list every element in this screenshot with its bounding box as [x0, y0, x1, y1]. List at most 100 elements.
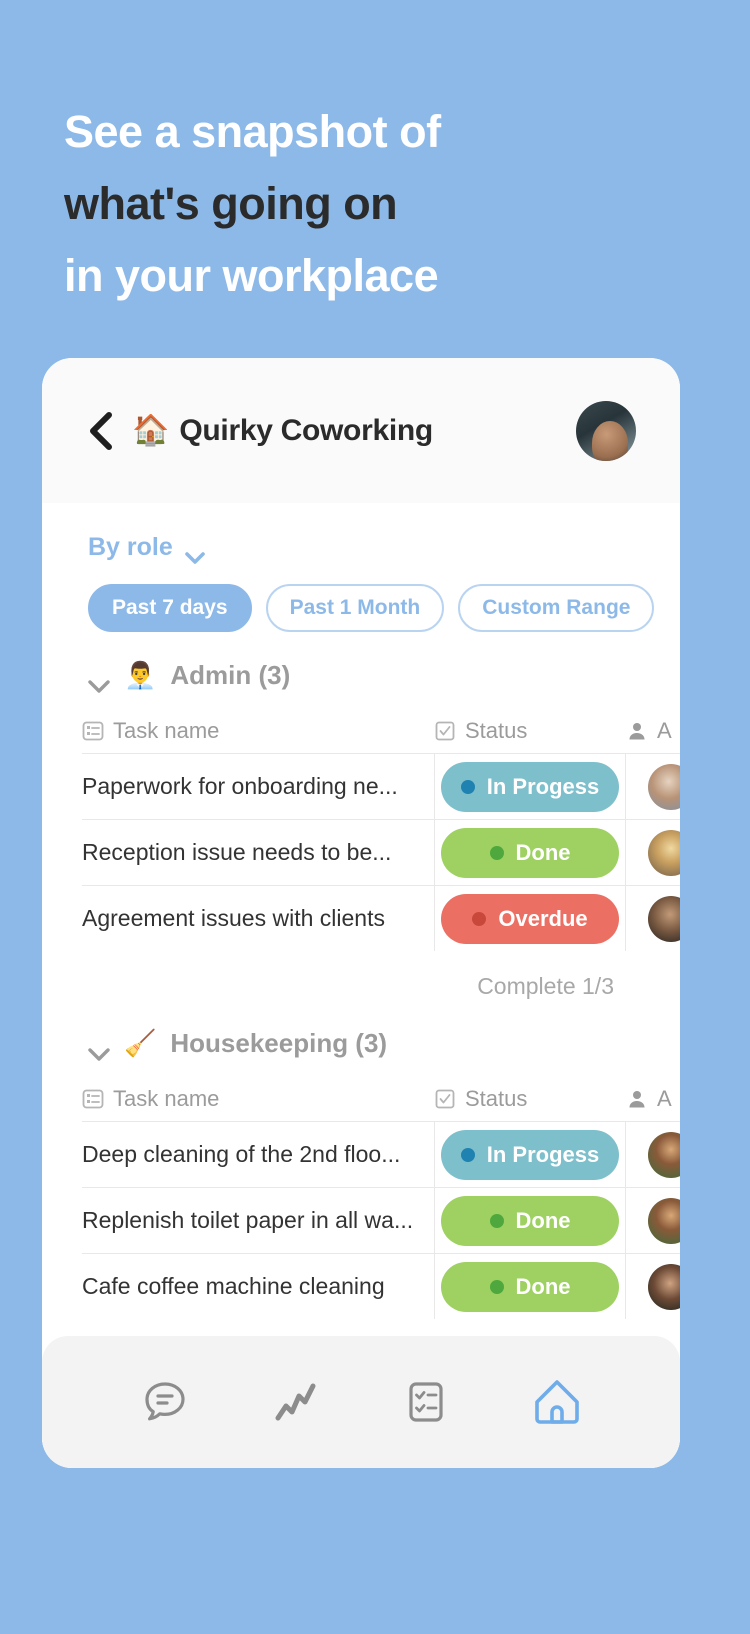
checkbox-checked-icon	[435, 1089, 455, 1109]
cell-assignee	[626, 754, 680, 819]
chevron-down-icon	[88, 1037, 110, 1061]
table-row[interactable]: Agreement issues with clients Overdue	[82, 885, 680, 951]
task-table-admin: Task name Status A Paperwork for onboard…	[42, 709, 680, 951]
chat-bubble-icon	[145, 1382, 185, 1421]
status-badge: Done	[441, 1195, 619, 1246]
status-label: Done	[515, 1207, 571, 1233]
nav-chat-button[interactable]	[134, 1371, 196, 1433]
status-badge: In Progess	[441, 1129, 619, 1180]
range-pill-past-1-month[interactable]: Past 1 Month	[265, 584, 445, 632]
column-header-assignee-label: A	[657, 718, 672, 743]
table-row[interactable]: Paperwork for onboarding ne... In Proges…	[82, 753, 680, 819]
avatar[interactable]	[648, 1197, 680, 1244]
status-label: In Progess	[486, 1141, 600, 1167]
cell-task-name: Paperwork for onboarding ne...	[82, 773, 398, 799]
headline-line-2: what's going on	[64, 178, 398, 229]
nav-tasks-button[interactable]	[395, 1371, 457, 1433]
checklist-icon	[409, 1382, 443, 1422]
page-headline: See a snapshot of what's going on in you…	[64, 96, 684, 312]
app-header: 🏠 Quirky Coworking	[42, 358, 680, 503]
group-emoji-icon: 🧹	[124, 1028, 157, 1058]
cell-assignee	[626, 820, 680, 885]
list-form-icon	[82, 1089, 104, 1109]
group-name-label: Housekeeping (3)	[170, 1028, 388, 1058]
person-icon	[629, 723, 645, 740]
group-header-housekeeping[interactable]: 🧹 Housekeeping (3)	[88, 1028, 680, 1061]
chevron-down-icon	[88, 669, 110, 693]
avatar[interactable]	[648, 1131, 680, 1178]
status-label: In Progess	[486, 773, 600, 799]
cell-assignee	[626, 1188, 680, 1253]
column-header-task-label: Task name	[113, 1086, 220, 1111]
status-dot-icon	[460, 1147, 475, 1162]
chevron-left-icon[interactable]	[88, 411, 114, 451]
headline-line-3: in your workplace	[64, 250, 439, 301]
cell-task-name: Cafe coffee machine cleaning	[82, 1273, 385, 1299]
group-header-admin[interactable]: 👨‍💼 Admin (3)	[88, 660, 680, 693]
cell-task-name: Deep cleaning of the 2nd floo...	[82, 1141, 401, 1167]
group-by-dropdown[interactable]: By role	[88, 533, 205, 564]
group-complete-count: Complete 1/3	[477, 973, 614, 999]
group-by-label: By role	[88, 533, 173, 561]
column-header-task-label: Task name	[113, 718, 220, 743]
status-dot-icon	[489, 1279, 504, 1294]
cell-status[interactable]: Overdue	[434, 886, 626, 951]
cell-task-name: Replenish toilet paper in all wa...	[82, 1207, 414, 1233]
avatar[interactable]	[648, 763, 680, 810]
table-row[interactable]: Reception issue needs to be... Done	[82, 819, 680, 885]
status-label: Done	[515, 839, 571, 865]
person-icon	[629, 1091, 645, 1108]
status-label: Overdue	[498, 905, 588, 931]
nav-home-button[interactable]	[526, 1371, 588, 1433]
table-header-row: Task name Status A	[42, 709, 680, 753]
cell-assignee	[626, 886, 680, 951]
column-header-assignee: A	[626, 1086, 680, 1112]
chevron-down-icon	[184, 542, 205, 564]
avatar[interactable]	[648, 829, 680, 876]
app-body: By role Past 7 days Past 1 Month Custom …	[42, 503, 680, 1468]
status-dot-icon	[472, 911, 487, 926]
column-header-task: Task name	[82, 718, 434, 744]
page-title: Quirky Coworking	[179, 413, 433, 447]
headline-line-1: See a snapshot of	[64, 106, 441, 157]
range-pill-custom-range[interactable]: Custom Range	[458, 584, 655, 632]
cell-status[interactable]: In Progess	[434, 1122, 626, 1187]
group-housekeeping: 🧹 Housekeeping (3) Task name Status A De…	[42, 1028, 680, 1319]
activity-zigzag-icon	[275, 1383, 316, 1421]
checkbox-checked-icon	[435, 721, 455, 741]
nav-activity-button[interactable]	[265, 1371, 327, 1433]
range-pill-past-7-days[interactable]: Past 7 days	[88, 584, 252, 632]
table-row[interactable]: Cafe coffee machine cleaning Done	[82, 1253, 680, 1319]
column-header-task: Task name	[82, 1086, 434, 1112]
cell-assignee	[626, 1122, 680, 1187]
column-header-status: Status	[434, 1086, 626, 1112]
table-row[interactable]: Deep cleaning of the 2nd floo... In Prog…	[82, 1121, 680, 1187]
status-dot-icon	[489, 1213, 504, 1228]
status-badge: Overdue	[441, 893, 619, 944]
date-range-filters: Past 7 days Past 1 Month Custom Range	[88, 584, 680, 632]
task-table-housekeeping: Task name Status A Deep cleaning of the …	[42, 1077, 680, 1319]
status-dot-icon	[460, 779, 475, 794]
table-row[interactable]: Replenish toilet paper in all wa... Done	[82, 1187, 680, 1253]
status-badge: In Progess	[441, 761, 619, 812]
list-form-icon	[82, 721, 104, 741]
table-header-row: Task name Status A	[42, 1077, 680, 1121]
avatar[interactable]	[648, 895, 680, 942]
cell-status[interactable]: Done	[434, 1254, 626, 1319]
workspace-emoji-icon: 🏠	[132, 413, 170, 447]
cell-status[interactable]: Done	[434, 1188, 626, 1253]
column-header-assignee-label: A	[657, 1086, 672, 1111]
avatar[interactable]	[648, 1263, 680, 1310]
promo-screenshot: See a snapshot of what's going on in you…	[0, 0, 750, 1634]
app-card: 🏠 Quirky Coworking By role Past 7 days P…	[42, 358, 680, 1468]
cell-status[interactable]: Done	[434, 820, 626, 885]
status-badge: Done	[441, 1261, 619, 1312]
cell-status[interactable]: In Progess	[434, 754, 626, 819]
status-dot-icon	[489, 845, 504, 860]
avatar[interactable]	[576, 400, 636, 461]
bottom-navigation-bar	[42, 1336, 680, 1468]
cell-task-name: Agreement issues with clients	[82, 905, 385, 931]
status-label: Done	[515, 1273, 571, 1299]
status-badge: Done	[441, 827, 619, 878]
column-header-status-label: Status	[465, 1086, 528, 1111]
